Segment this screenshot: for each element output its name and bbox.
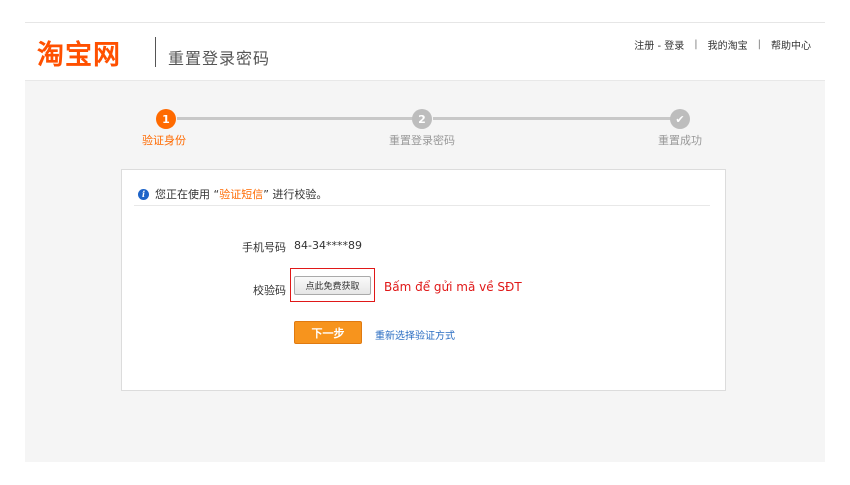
step-1-circle: 1	[156, 109, 176, 129]
taobao-logo[interactable]: 淘宝网	[37, 35, 121, 71]
step-3-label: 重置成功	[658, 134, 702, 147]
step-1-label: 验证身份	[142, 134, 186, 147]
info-icon: i	[138, 188, 149, 200]
checkmark-icon: ✔	[670, 109, 690, 129]
my-taobao-link[interactable]: 我的淘宝	[708, 37, 748, 52]
reselect-method-link[interactable]: 重新选择验证方式	[375, 327, 455, 342]
divider	[134, 205, 710, 206]
notice: i 您正在使用 “ 验证短信 ” 进行校验。	[138, 186, 327, 202]
phone-label: 手机号码	[242, 241, 286, 254]
progress-stepper: 1 验证身份 2 重置登录密码 ✔ 重置成功	[25, 107, 825, 157]
step-2-label: 重置登录密码	[389, 134, 455, 147]
page: 淘宝网 重置登录密码 注册 - 登录 | 我的淘宝 | 帮助中心 1 验证身份 …	[0, 0, 850, 485]
notice-prefix: 您正在使用 “	[155, 188, 220, 201]
main-content: 1 验证身份 2 重置登录密码 ✔ 重置成功 i 您正在使用 “ 验证短信 ” …	[25, 80, 825, 462]
get-code-button[interactable]: 点此免费获取	[294, 276, 371, 295]
logo-divider	[155, 37, 156, 67]
annotation-text: Bấm để gửi mã về SĐT	[384, 280, 522, 294]
step-connector	[177, 117, 421, 120]
notice-suffix: ” 进行校验。	[263, 188, 328, 201]
header: 淘宝网 重置登录密码 注册 - 登录 | 我的淘宝 | 帮助中心	[25, 22, 825, 80]
phone-value: 84-34****89	[294, 239, 362, 252]
help-center-link[interactable]: 帮助中心	[771, 37, 811, 52]
next-step-button[interactable]: 下一步	[294, 321, 362, 344]
code-label: 校验码	[253, 284, 286, 297]
step-connector	[433, 117, 677, 120]
step-2-circle: 2	[412, 109, 432, 129]
notice-method: 验证短信	[219, 188, 264, 201]
link-separator: |	[757, 39, 761, 50]
verification-card: i 您正在使用 “ 验证短信 ” 进行校验。 手机号码 84-34****89 …	[121, 169, 726, 391]
link-separator: |	[694, 39, 698, 50]
top-links: 注册 - 登录 | 我的淘宝 | 帮助中心	[634, 37, 811, 52]
register-login-link[interactable]: 注册 - 登录	[634, 37, 684, 52]
page-title: 重置登录密码	[168, 49, 271, 68]
